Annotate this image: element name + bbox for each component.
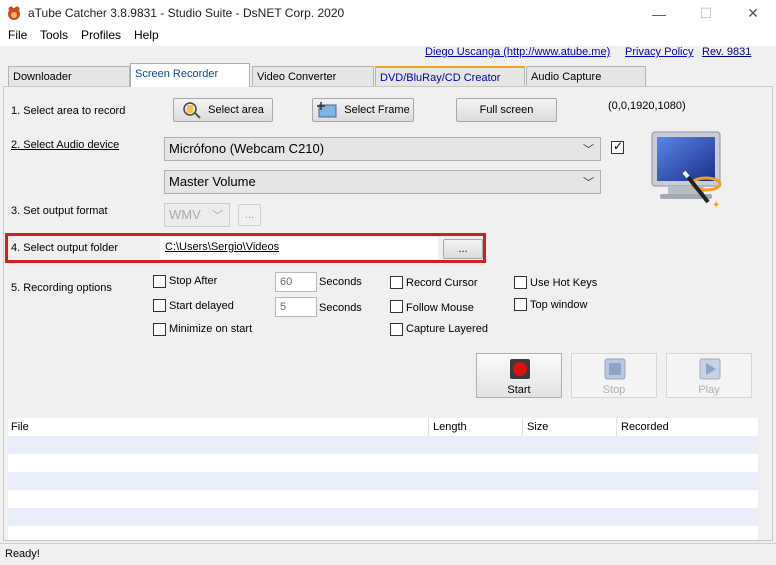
select-frame-button[interactable]: Select Frame [312,98,414,122]
start-button[interactable]: Start [476,353,562,398]
tab-dvd-creator[interactable]: DVD/BluRay/CD Creator [375,66,525,86]
chevron-down-icon: ﹀ [583,144,594,156]
minimize-on-start-checkbox[interactable] [153,323,166,336]
stop-after-checkbox[interactable] [153,275,166,288]
volume-source-dropdown[interactable]: Master Volume ﹀ [164,170,601,194]
start-delayed-seconds-unit: Seconds [319,302,362,314]
privacy-policy-link[interactable]: Privacy Policy [625,46,693,58]
output-folder-label: 4. Select output folder [11,242,119,254]
start-delayed-seconds-input[interactable]: 5 [275,297,317,317]
select-area-icon [183,102,201,119]
select-frame-icon [317,102,337,118]
status-bar: Ready! [0,543,776,565]
stop-button[interactable]: Stop [571,353,657,398]
play-button[interactable]: Play [666,353,752,398]
menu-help[interactable]: Help [134,28,159,42]
column-divider [428,418,429,436]
stop-after-label: Stop After [169,275,218,287]
record-cursor-label: Record Cursor [406,277,478,289]
output-format-label: 3. Set output format [11,205,108,217]
column-divider [522,418,523,436]
play-icon [699,358,721,380]
audio-enabled-checkbox[interactable] [611,139,624,154]
select-area-button[interactable]: Select area [173,98,273,122]
chevron-down-icon: ﹀ [583,177,594,189]
capture-layered-checkbox[interactable] [390,323,403,336]
audio-device-value: Micrófono (Webcam C210) [169,141,325,156]
play-button-label: Play [698,384,720,396]
output-format-value: WMV [169,207,201,222]
audio-device-dropdown[interactable]: Micrófono (Webcam C210) ﹀ [164,137,601,161]
stop-icon [604,358,626,380]
column-recorded[interactable]: Recorded [621,421,669,433]
record-icon [510,359,530,379]
use-hot-keys-label: Use Hot Keys [530,277,598,289]
app-logo-icon [8,6,20,20]
full-screen-text: Full screen [479,104,534,116]
list-row [8,490,758,508]
list-row [8,454,758,472]
revision-link[interactable]: Rev. 9831 [702,46,751,58]
start-delayed-checkbox[interactable] [153,299,166,312]
full-screen-button[interactable]: Full screen [456,98,557,122]
stop-after-seconds-unit: Seconds [319,276,362,288]
capture-layered-label: Capture Layered [406,323,488,335]
menu-file[interactable]: File [8,28,27,42]
recording-options-label: 5. Recording options [11,282,112,294]
column-file[interactable]: File [11,421,29,433]
svg-text:✦: ✦ [712,200,720,210]
follow-mouse-label: Follow Mouse [406,302,474,314]
status-text: Ready! [5,548,40,560]
list-row [8,508,758,526]
minimize-button[interactable]: — [636,0,682,27]
tab-downloader[interactable]: Downloader [8,66,130,86]
minimize-on-start-label: Minimize on start [169,323,253,335]
author-link[interactable]: Diego Uscanga (http://www.atube.me) [425,46,610,58]
select-area-label: 1. Select area to record [11,105,126,117]
maximize-button[interactable]: ☐ [683,0,729,27]
volume-source-value: Master Volume [169,174,256,189]
output-folder-field[interactable]: C:\Users\Sergio\Videos [160,237,438,259]
stop-button-label: Stop [602,384,626,396]
tab-audio-capture[interactable]: Audio Capture [526,66,646,86]
tab-screen-recorder[interactable]: Screen Recorder [130,63,250,87]
record-cursor-checkbox[interactable] [390,276,403,289]
column-divider [616,418,617,436]
close-button[interactable]: ✕ [730,0,776,27]
list-row [8,436,758,454]
browse-folder-button[interactable]: ... [443,239,483,259]
top-window-checkbox[interactable] [514,298,527,311]
top-window-label: Top window [530,299,588,311]
follow-mouse-checkbox[interactable] [390,300,403,313]
list-row [8,472,758,490]
list-header: File Length Size Recorded [8,418,758,436]
column-size[interactable]: Size [527,421,548,433]
output-format-dropdown[interactable]: WMV ﹀ [164,203,230,227]
format-options-button[interactable]: ... [238,204,261,226]
menu-tools[interactable]: Tools [40,28,68,42]
window-title: aTube Catcher 3.8.9831 - Studio Suite - … [28,6,345,20]
select-frame-text: Select Frame [344,104,410,116]
column-length[interactable]: Length [433,421,467,433]
screen-recorder-monitor-icon: ✦ [651,131,722,210]
area-coordinates: (0,0,1920,1080) [608,100,686,112]
recordings-list[interactable]: File Length Size Recorded [8,418,758,540]
menu-profiles[interactable]: Profiles [81,28,121,42]
select-audio-device-label: 2. Select Audio device [11,139,120,151]
menu-bar: File Tools Profiles Help [0,27,776,46]
use-hot-keys-checkbox[interactable] [514,276,527,289]
start-delayed-label: Start delayed [169,300,234,312]
stop-after-seconds-input[interactable]: 60 [275,272,317,292]
title-bar: aTube Catcher 3.8.9831 - Studio Suite - … [0,0,776,27]
select-area-text: Select area [208,104,264,116]
chevron-down-icon: ﹀ [212,210,223,222]
tab-video-converter[interactable]: Video Converter [252,66,374,86]
start-button-label: Start [507,384,531,396]
